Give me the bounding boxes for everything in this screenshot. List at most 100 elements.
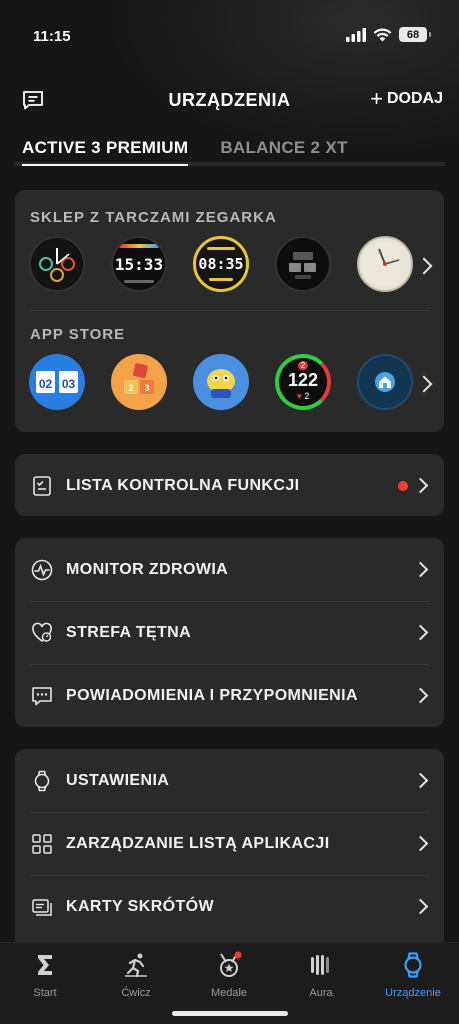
watch-face-bar <box>207 247 235 250</box>
app-row: 02 03 2 3 2 122 ♥ 2 <box>29 354 413 410</box>
watch-face-bar <box>119 244 159 248</box>
svg-text:3: 3 <box>144 383 149 393</box>
row-label: POWIADOMIENIA I PRZYPOMNIENIA <box>66 686 358 704</box>
chevron-right-icon <box>412 624 429 641</box>
calendar-icon: 02 03 <box>36 371 78 393</box>
watch-face-row: 15:33 08:35 <box>29 236 413 292</box>
section-separator <box>30 310 429 311</box>
runner-icon <box>125 953 147 978</box>
row-label: LISTA KONTROLNA FUNKCJI <box>66 476 300 494</box>
tab-medals[interactable]: Medale <box>189 951 269 999</box>
tab-label: Medale <box>210 987 248 999</box>
chevron-right-icon <box>412 898 429 915</box>
chevron-right-icon <box>412 477 429 494</box>
heart-icon: ♥ <box>296 391 302 401</box>
faces-more-chevron-icon[interactable] <box>415 257 433 275</box>
tab-exercise[interactable]: Ćwicz <box>96 951 176 999</box>
watch-face-time: 08:35 <box>198 255 244 273</box>
app-blocks[interactable]: 2 3 <box>111 354 167 410</box>
checklist-icon <box>33 475 51 496</box>
watch-face-digital-1533[interactable]: 15:33 <box>111 236 167 292</box>
medal-icon <box>220 951 242 977</box>
svg-text:03: 03 <box>62 377 76 391</box>
row-label: ZARZĄDZANIE LISTĄ APLIKACJI <box>66 834 330 852</box>
app-character[interactable] <box>193 354 249 410</box>
tab-balance-2-xt[interactable]: BALANCE 2 XT <box>220 138 347 166</box>
plus-icon: + <box>370 86 383 111</box>
row-notifications-reminders[interactable]: POWIADOMIENIA I PRZYPOMNIENIA <box>15 664 444 727</box>
battery-indicator: 68 <box>399 27 431 42</box>
row-feature-checklist[interactable]: LISTA KONTROLNA FUNKCJI <box>15 454 444 517</box>
app-home[interactable] <box>357 354 413 410</box>
row-label: USTAWIENIA <box>66 771 170 789</box>
watch-face-stats <box>124 280 154 283</box>
character-icon <box>207 369 235 398</box>
tab-start[interactable]: Start <box>5 951 85 999</box>
settings-card: USTAWIENIA ZARZĄDZANIE LISTĄ APLIKACJI K… <box>15 749 444 954</box>
app-heart-counter[interactable]: 2 122 ♥ 2 <box>275 354 331 410</box>
row-app-list-management[interactable]: ZARZĄDZANIE LISTĄ APLIKACJI <box>15 812 444 875</box>
tab-label: Urządzenie <box>385 987 441 999</box>
tab-label: Ćwicz <box>121 987 151 999</box>
watch-face-analog-dark[interactable] <box>29 236 85 292</box>
wifi-icon <box>373 28 392 41</box>
heart-counter-sub: ♥ 2 <box>297 391 310 401</box>
watch-icon <box>34 770 50 791</box>
add-label: DODAJ <box>386 90 443 107</box>
row-label: KARTY SKRÓTÓW <box>66 897 215 915</box>
chevron-right-icon <box>412 772 429 789</box>
device-tabs: ACTIVE 3 PREMIUM BALANCE 2 XT <box>22 138 348 166</box>
home-icon <box>375 372 395 392</box>
watch-tab-icon <box>404 952 422 978</box>
watch-face-digital-grid-art <box>289 252 316 279</box>
checklist-card: LISTA KONTROLNA FUNKCJI <box>15 454 444 516</box>
notification-dot <box>398 480 408 491</box>
chevron-right-icon <box>412 687 429 704</box>
watch-face-digital-0835[interactable]: 08:35 <box>193 236 249 292</box>
watch-face-analog-cream[interactable] <box>357 236 413 292</box>
row-health-monitor[interactable]: MONITOR ZDROWIA <box>15 538 444 601</box>
svg-text:2: 2 <box>128 383 133 393</box>
stores-card: SKLEP Z TARCZAMI ZEGARKA 15:33 08:35 APP… <box>15 190 444 432</box>
row-shortcut-cards[interactable]: KARTY SKRÓTÓW <box>15 875 444 938</box>
tab-device[interactable]: Urządzenie <box>373 951 453 999</box>
heart-counter-badge: 2 <box>297 361 309 370</box>
heart-zone-icon <box>32 622 52 642</box>
status-time: 11:15 <box>33 28 71 45</box>
battery-level: 68 <box>406 28 420 41</box>
chevron-right-icon <box>412 561 429 578</box>
chat-bubble-icon <box>32 686 52 705</box>
header: URZĄDZENIA + DODAJ <box>0 80 459 120</box>
heart-counter-value: 122 <box>287 369 319 390</box>
watch-face-analog-dark-art <box>33 240 81 288</box>
tab-label: Start <box>33 987 57 999</box>
heartbeat-icon <box>31 559 53 580</box>
row-heart-rate-zone[interactable]: STREFA TĘTNA <box>15 601 444 664</box>
add-device-button[interactable]: + DODAJ <box>370 86 443 111</box>
grid-icon <box>32 833 52 854</box>
row-label: STREFA TĘTNA <box>66 623 192 641</box>
sigma-icon <box>38 955 52 975</box>
status-bar: 11:15 68 <box>0 0 459 72</box>
status-icons: 68 <box>346 27 431 42</box>
chevron-right-icon <box>412 835 429 852</box>
cards-icon <box>32 898 52 916</box>
tab-label: Aura <box>309 987 333 999</box>
app-calendar[interactable]: 02 03 <box>29 354 85 410</box>
app-store-title: APP STORE <box>30 326 126 343</box>
health-card: MONITOR ZDROWIA STREFA TĘTNA POWIADOMIEN… <box>15 538 444 727</box>
row-settings[interactable]: USTAWIENIA <box>15 749 444 812</box>
tab-aura[interactable]: Aura <box>281 951 361 999</box>
aura-icon <box>311 955 329 975</box>
watch-face-digital-grid[interactable] <box>275 236 331 292</box>
watch-face-analog-cream-art <box>362 241 408 287</box>
apps-more-chevron-icon[interactable] <box>415 375 433 393</box>
watch-face-stats <box>209 278 233 281</box>
medals-badge <box>234 951 242 959</box>
heart-counter-sub-value: 2 <box>304 391 310 401</box>
watch-face-time: 15:33 <box>114 254 164 274</box>
signal-icon <box>346 27 366 42</box>
blocks-icon: 2 3 <box>124 363 154 394</box>
watch-face-store-title: SKLEP Z TARCZAMI ZEGARKA <box>30 209 277 226</box>
tab-active-3-premium[interactable]: ACTIVE 3 PREMIUM <box>22 138 189 166</box>
